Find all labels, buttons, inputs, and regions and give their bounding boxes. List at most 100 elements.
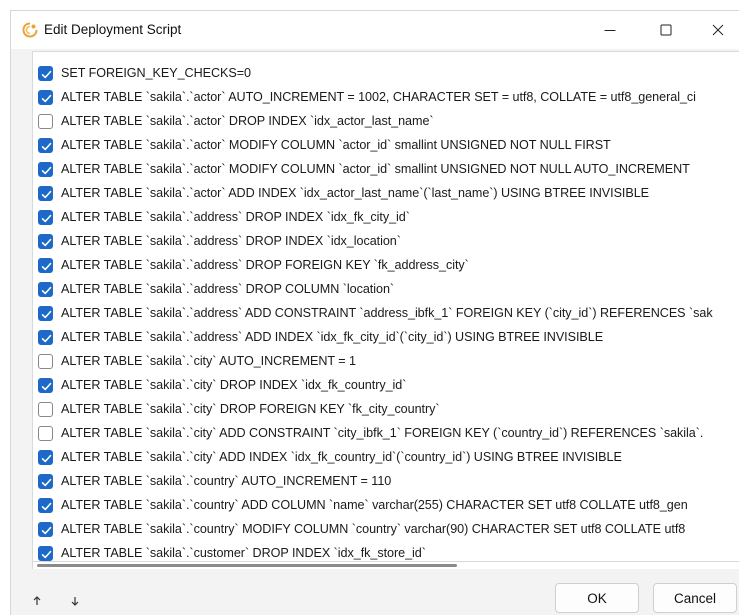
checkmark-icon [41,382,52,391]
scrollbar-thumb[interactable] [37,564,457,567]
script-statement-row[interactable]: ALTER TABLE `sakila`.`country` MODIFY CO… [33,518,739,542]
statement-label: ALTER TABLE `sakila`.`country` AUTO_INCR… [61,474,392,488]
script-statement-row[interactable]: ALTER TABLE `sakila`.`customer` DROP IND… [33,542,739,561]
statement-checkbox[interactable] [38,162,53,177]
script-statement-row[interactable]: ALTER TABLE `sakila`.`country` AUTO_INCR… [33,470,739,494]
minimize-button[interactable] [587,11,633,49]
checkmark-icon [41,310,52,319]
statement-checkbox[interactable] [38,354,53,369]
checkmark-icon [41,334,52,343]
statement-checkbox[interactable] [38,378,53,393]
checkmark-icon [41,454,52,463]
checkmark-icon [41,526,52,535]
horizontal-scrollbar[interactable] [32,562,739,569]
statement-label: ALTER TABLE `sakila`.`address` DROP FORE… [61,258,469,272]
checkmark-icon [41,502,52,511]
statement-checkbox[interactable] [38,210,53,225]
statement-checkbox[interactable] [38,114,53,129]
close-icon [712,24,723,36]
script-statement-row[interactable]: ALTER TABLE `sakila`.`address` DROP FORE… [33,254,739,278]
statement-label: ALTER TABLE `sakila`.`address` DROP COLU… [61,282,395,296]
statement-label: ALTER TABLE `sakila`.`address` DROP INDE… [61,210,410,224]
checkmark-icon [41,190,52,199]
script-statement-row[interactable]: ALTER TABLE `sakila`.`actor` MODIFY COLU… [33,158,739,182]
title-bar[interactable]: Edit Deployment Script [11,11,739,49]
checkmark-icon [41,94,52,103]
script-statement-row[interactable]: ALTER TABLE `sakila`.`address` ADD CONST… [33,302,739,326]
statement-label: ALTER TABLE `sakila`.`country` ADD COLUM… [61,498,688,512]
statement-checkbox[interactable] [38,186,53,201]
script-statement-row[interactable]: ALTER TABLE `sakila`.`actor` DROP INDEX … [33,110,739,134]
statement-label: ALTER TABLE `sakila`.`actor` ADD INDEX `… [61,186,650,200]
script-statement-row[interactable]: ALTER TABLE `sakila`.`actor` AUTO_INCREM… [33,86,739,110]
checkmark-icon [41,166,52,175]
edit-deployment-script-window: Edit Deployment Script SET FOREIGN_KEY_C… [10,10,739,615]
checkmark-icon [41,214,52,223]
statement-label: ALTER TABLE `sakila`.`actor` MODIFY COLU… [61,138,611,152]
statement-checkbox[interactable] [38,306,53,321]
statement-checkbox[interactable] [38,426,53,441]
script-statement-row[interactable]: ALTER TABLE `sakila`.`city` AUTO_INCREME… [33,350,739,374]
statement-label: ALTER TABLE `sakila`.`actor` MODIFY COLU… [61,162,690,176]
statement-checkbox[interactable] [38,450,53,465]
checkmark-icon [41,262,52,271]
statement-label: ALTER TABLE `sakila`.`city` AUTO_INCREME… [61,354,357,368]
checkmark-icon [41,142,52,151]
statement-label: ALTER TABLE `sakila`.`city` DROP INDEX `… [61,378,407,392]
statement-checkbox[interactable] [38,522,53,537]
statement-label: ALTER TABLE `sakila`.`customer` DROP IND… [61,546,426,560]
maximize-icon [660,24,672,36]
statement-label: ALTER TABLE `sakila`.`city` ADD CONSTRAI… [61,426,704,440]
checkmark-icon [41,238,52,247]
statement-label: ALTER TABLE `sakila`.`actor` DROP INDEX … [61,114,434,128]
script-statement-row[interactable]: SET FOREIGN_KEY_CHECKS=0 [33,62,739,86]
statement-checkbox[interactable] [38,258,53,273]
statement-label: ALTER TABLE `sakila`.`address` ADD INDEX… [61,330,604,344]
close-button[interactable] [695,11,739,49]
script-statement-row[interactable]: ALTER TABLE `sakila`.`actor` ADD INDEX `… [33,182,739,206]
statement-label: ALTER TABLE `sakila`.`address` ADD CONST… [61,306,713,320]
dialog-footer: OK Cancel [11,569,739,615]
arrow-down-icon [71,597,79,606]
statement-checkbox[interactable] [38,90,53,105]
statement-checkbox[interactable] [38,474,53,489]
checkmark-icon [41,550,52,559]
arrow-up-icon [33,596,41,605]
script-statement-row[interactable]: ALTER TABLE `sakila`.`address` DROP INDE… [33,206,739,230]
statement-checkbox[interactable] [38,234,53,249]
statement-checkbox[interactable] [38,138,53,153]
checkmark-icon [41,286,52,295]
script-statement-row[interactable]: ALTER TABLE `sakila`.`country` ADD COLUM… [33,494,739,518]
statement-label: SET FOREIGN_KEY_CHECKS=0 [61,66,251,80]
script-statement-row[interactable]: ALTER TABLE `sakila`.`city` ADD INDEX `i… [33,446,739,470]
script-statement-row[interactable]: ALTER TABLE `sakila`.`address` DROP COLU… [33,278,739,302]
script-statement-list[interactable]: SET FOREIGN_KEY_CHECKS=0 ALTER TABLE `sak… [32,51,739,562]
script-statement-row[interactable]: ALTER TABLE `sakila`.`city` DROP FOREIGN… [33,398,739,422]
move-down-button[interactable] [67,593,83,609]
maximize-button[interactable] [643,11,689,49]
statement-label: ALTER TABLE `sakila`.`city` DROP FOREIGN… [61,402,440,416]
minimize-icon [604,30,616,31]
statement-checkbox[interactable] [38,66,53,81]
statement-checkbox[interactable] [38,330,53,345]
ok-button[interactable]: OK [555,583,639,613]
script-statement-row[interactable]: ALTER TABLE `sakila`.`city` ADD CONSTRAI… [33,422,739,446]
checkmark-icon [41,478,52,487]
script-statement-row[interactable]: ALTER TABLE `sakila`.`actor` MODIFY COLU… [33,134,739,158]
statement-checkbox[interactable] [38,282,53,297]
script-statement-row[interactable]: ALTER TABLE `sakila`.`address` DROP INDE… [33,230,739,254]
script-statement-row[interactable]: ALTER TABLE `sakila`.`city` DROP INDEX `… [33,374,739,398]
statement-checkbox[interactable] [38,402,53,417]
window-title: Edit Deployment Script [44,22,182,37]
statement-label: ALTER TABLE `sakila`.`address` DROP INDE… [61,234,401,248]
statement-checkbox[interactable] [38,498,53,513]
script-statement-row[interactable]: ALTER TABLE `sakila`.`address` ADD INDEX… [33,326,739,350]
statement-label: ALTER TABLE `sakila`.`actor` AUTO_INCREM… [61,90,696,104]
checkmark-icon [41,70,52,79]
cancel-button[interactable]: Cancel [653,583,737,613]
move-up-button[interactable] [29,593,45,609]
statement-checkbox[interactable] [38,546,53,561]
statement-label: ALTER TABLE `sakila`.`country` MODIFY CO… [61,522,686,536]
app-icon [22,22,38,38]
statement-label: ALTER TABLE `sakila`.`city` ADD INDEX `i… [61,450,622,464]
